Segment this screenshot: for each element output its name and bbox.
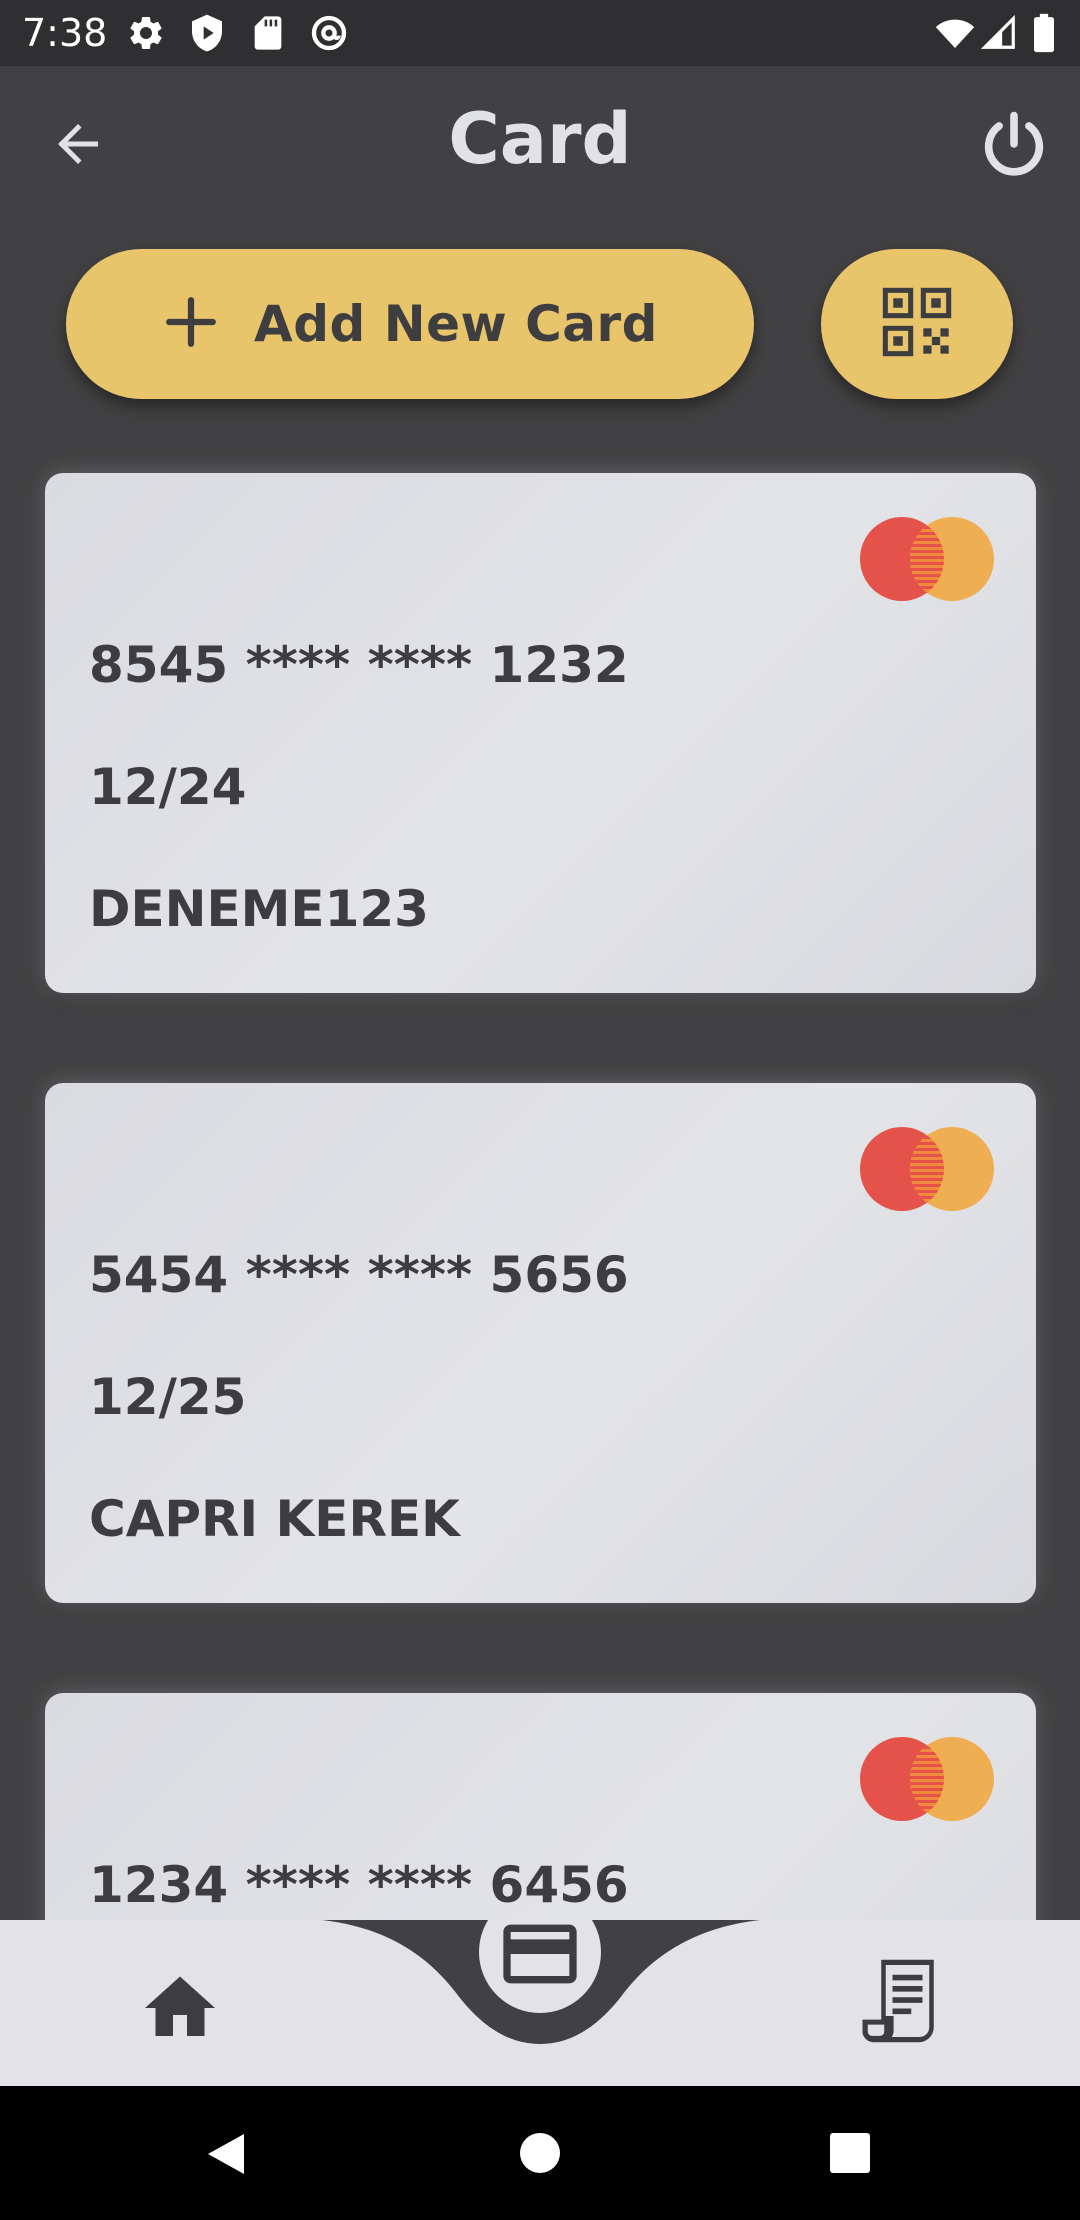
home-icon[interactable] xyxy=(138,1966,222,2054)
card-list[interactable]: 8545 **** **** 1232 12/24 DENEME123 5454… xyxy=(0,430,1080,1920)
qr-code-icon xyxy=(879,284,955,364)
card-holder-name: CAPRI KEREK xyxy=(89,1490,460,1548)
card-expiry: 12/25 xyxy=(89,1368,247,1426)
payment-card[interactable]: 5454 **** **** 5656 12/25 CAPRI KEREK xyxy=(45,1083,1036,1603)
home-circle-icon[interactable] xyxy=(519,2132,561,2178)
app-bar: Card xyxy=(0,66,1080,218)
qr-scan-button[interactable] xyxy=(821,249,1013,399)
receipt-icon[interactable] xyxy=(862,1956,938,2050)
payment-card[interactable]: 8545 **** **** 1232 12/24 DENEME123 xyxy=(45,473,1036,993)
card-expiry: 12/24 xyxy=(89,758,247,816)
card-number: 5454 **** **** 5656 xyxy=(89,1246,629,1304)
plus-icon xyxy=(162,293,220,355)
add-new-card-label: Add New Card xyxy=(254,295,658,353)
page-title: Card xyxy=(448,98,632,180)
at-sign-icon xyxy=(309,13,349,53)
wifi-icon xyxy=(934,13,975,53)
battery-icon xyxy=(1030,13,1070,53)
status-time: 7:38 xyxy=(22,11,108,55)
mastercard-logo-icon xyxy=(860,1737,994,1825)
shield-play-icon xyxy=(187,13,227,53)
bottom-nav xyxy=(0,1920,1080,2086)
card-holder-name: DENEME123 xyxy=(89,880,429,938)
system-nav-bar xyxy=(0,2086,1080,2220)
credit-card-icon[interactable] xyxy=(496,1910,584,2002)
sd-card-icon xyxy=(248,13,288,53)
add-new-card-button[interactable]: Add New Card xyxy=(66,249,754,399)
back-triangle-icon[interactable] xyxy=(204,2130,248,2182)
status-bar: 7:38 xyxy=(0,0,1080,66)
mastercard-logo-icon xyxy=(860,517,994,605)
recents-square-icon[interactable] xyxy=(829,2132,871,2178)
card-number: 8545 **** **** 1232 xyxy=(89,636,629,694)
payment-card[interactable]: 1234 **** **** 6456 xyxy=(45,1693,1036,1920)
gear-icon xyxy=(126,13,166,53)
power-icon[interactable] xyxy=(976,106,1052,186)
signal-icon xyxy=(980,13,1020,53)
card-number: 1234 **** **** 6456 xyxy=(89,1856,629,1914)
mastercard-logo-icon xyxy=(860,1127,994,1215)
